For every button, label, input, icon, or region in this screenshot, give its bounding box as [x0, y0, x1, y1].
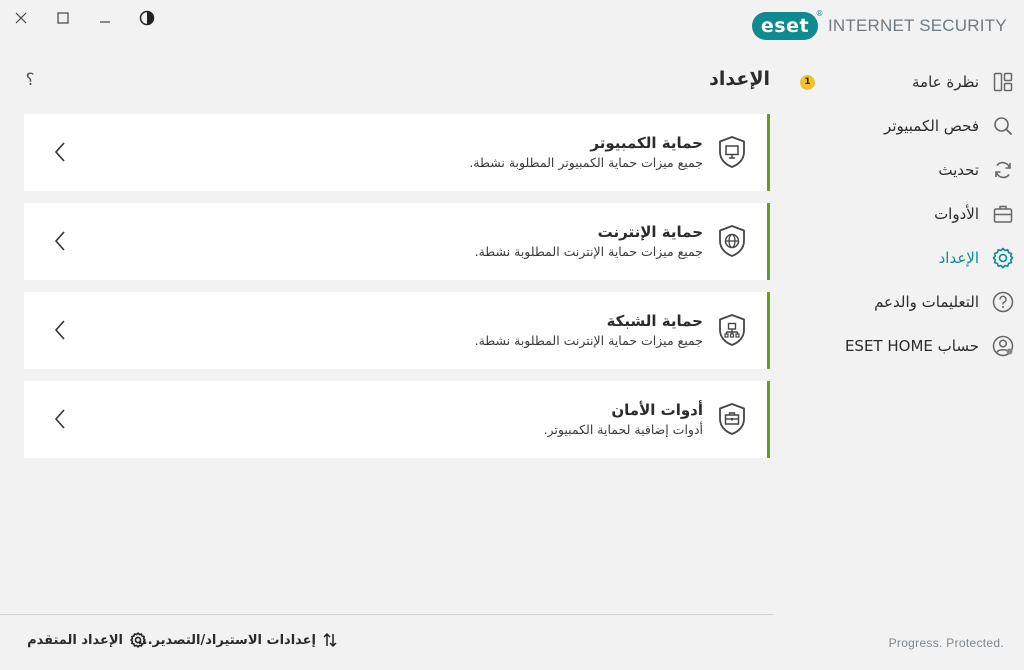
- import-export-settings-link[interactable]: إعدادات الاستيراد/التصدير...: [138, 632, 337, 648]
- sidebar-item-setup[interactable]: الإعداد: [790, 240, 1015, 276]
- sidebar-item-label: حساب ESET HOME: [844, 337, 979, 355]
- eset-logo-badge: eset ®: [752, 9, 824, 40]
- product-name: INTERNET SECURITY: [828, 16, 1007, 35]
- chevron-left-icon: [52, 319, 68, 341]
- sidebar-item-computer-scan[interactable]: فحص الكمبيوتر: [790, 108, 1015, 144]
- sidebar-item-label: تحديث: [938, 161, 979, 179]
- footer-divider: [0, 614, 774, 615]
- close-icon: [15, 12, 27, 24]
- brand-tagline: Progress. Protected.: [888, 636, 1004, 650]
- sidebar-item-label: الأدوات: [934, 205, 979, 223]
- minimize-button[interactable]: [93, 6, 117, 30]
- search-icon: [991, 114, 1015, 138]
- card-title: حماية الكمبيوتر: [590, 134, 703, 152]
- sidebar-item-eset-home-account[interactable]: حساب ESET HOME: [790, 328, 1015, 364]
- shield-network-icon: [717, 313, 747, 347]
- card-network-protection[interactable]: حماية الشبكة جميع ميزات حماية الإنترنت ا…: [24, 292, 770, 369]
- advanced-setup-link[interactable]: الإعداد المتقدم: [27, 632, 146, 648]
- chevron-left-icon: [52, 141, 68, 163]
- sidebar-item-tools[interactable]: الأدوات: [790, 196, 1015, 232]
- maximize-icon: [57, 12, 69, 24]
- card-computer-protection[interactable]: حماية الكمبيوتر جميع ميزات حماية الكمبيو…: [24, 114, 770, 191]
- card-title: حماية الشبكة: [606, 312, 703, 330]
- import-export-label: إعدادات الاستيراد/التصدير...: [137, 632, 316, 648]
- card-title: حماية الإنترنت: [597, 223, 703, 241]
- sidebar-item-overview[interactable]: 1 نظرة عامة: [790, 64, 1015, 100]
- toolbox-icon: [991, 202, 1015, 226]
- close-button[interactable]: [9, 6, 33, 30]
- notification-badge: 1: [800, 74, 815, 90]
- card-description: جميع ميزات حماية الكمبيوتر المطلوبة نشطة…: [469, 155, 703, 170]
- sidebar-item-update[interactable]: تحديث: [790, 152, 1015, 188]
- sidebar-item-label: فحص الكمبيوتر: [884, 117, 979, 135]
- help-button[interactable]: ؟: [20, 70, 40, 90]
- shield-globe-icon: [717, 224, 747, 258]
- logo-wordmark: eset: [760, 15, 810, 37]
- page-title: الإعداد: [709, 68, 770, 90]
- gear-icon: [130, 632, 146, 648]
- card-description: جميع ميزات حماية الإنترنت المطلوبة نشطة.: [474, 333, 703, 348]
- card-internet-protection[interactable]: حماية الإنترنت جميع ميزات حماية الإنترنت…: [24, 203, 770, 280]
- theme-contrast-icon: [139, 10, 155, 26]
- sidebar-item-label: نظرة عامة: [912, 73, 979, 91]
- card-description: جميع ميزات حماية الإنترنت المطلوبة نشطة.: [474, 244, 703, 259]
- minimize-icon: [99, 12, 111, 24]
- card-security-tools[interactable]: أدوات الأمان أدوات إضافية لحماية الكمبيو…: [24, 381, 770, 458]
- gear-icon: [991, 246, 1015, 270]
- sidebar-item-label: الإعداد: [938, 249, 979, 267]
- refresh-icon: [991, 158, 1015, 182]
- card-title: أدوات الأمان: [611, 401, 703, 419]
- chevron-left-icon: [52, 230, 68, 252]
- overview-grid-icon: [991, 70, 1015, 94]
- import-export-arrows-icon: [323, 632, 337, 648]
- eset-logo: eset ® INTERNET SECURITY: [752, 9, 1007, 40]
- account-icon: [991, 334, 1015, 358]
- shield-monitor-icon: [717, 135, 747, 169]
- maximize-button[interactable]: [51, 6, 75, 30]
- chevron-left-icon: [52, 408, 68, 430]
- shield-toolbox-icon: [717, 402, 747, 436]
- theme-toggle-button[interactable]: [135, 6, 159, 30]
- card-description: أدوات إضافية لحماية الكمبيوتر.: [543, 422, 703, 437]
- help-circle-icon: [991, 290, 1015, 314]
- advanced-setup-label: الإعداد المتقدم: [27, 632, 123, 648]
- sidebar-item-help-support[interactable]: التعليمات والدعم: [790, 284, 1015, 320]
- sidebar-item-label: التعليمات والدعم: [874, 293, 979, 311]
- question-icon: ؟: [25, 70, 35, 90]
